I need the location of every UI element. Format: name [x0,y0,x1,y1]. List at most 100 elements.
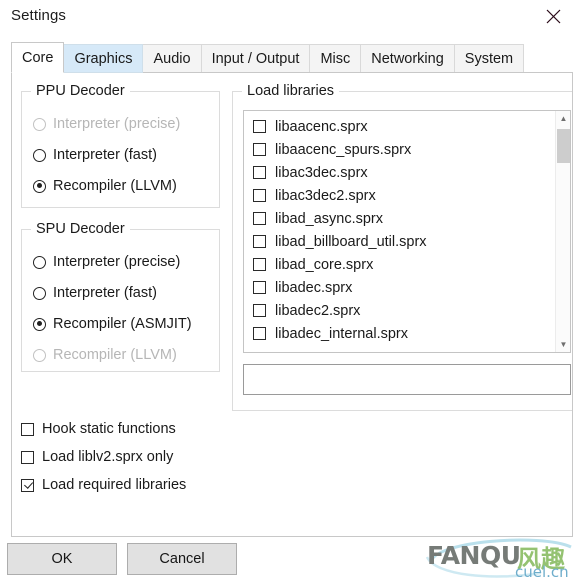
list-item-label: libad_core.sprx [275,256,374,273]
checkbox-icon [253,143,266,156]
list-item[interactable]: libad_async.sprx [244,207,556,230]
list-item-label: libad_billboard_util.sprx [275,233,427,250]
checkbox-label: Load required libraries [42,477,187,493]
library-filter-field[interactable] [243,364,571,395]
radio-label: Interpreter (precise) [53,116,181,132]
checkbox-icon [253,120,266,133]
radio-label: Interpreter (fast) [53,147,157,163]
close-button[interactable] [530,0,576,32]
checkbox-label: Load liblv2.sprx only [42,449,174,465]
ppu-radio-interpreter-fast[interactable]: Interpreter (fast) [33,145,157,165]
spu-radio-recompiler-asmjit[interactable]: Recompiler (ASMJIT) [33,314,192,334]
ok-button[interactable]: OK [7,543,117,575]
chevron-down-icon[interactable]: ▼ [556,337,570,352]
title-bar: Settings [0,0,584,33]
list-item-label: libac3dec.sprx [275,164,368,181]
radio-icon [33,117,46,131]
window-title: Settings [11,7,66,24]
spu-decoder-title: SPU Decoder [31,221,130,237]
tab-label: Networking [371,50,444,67]
list-item-label: libadec.sprx [275,279,353,296]
radio-label: Recompiler (LLVM) [53,178,177,194]
list-item-label: libadec2.sprx [275,302,361,319]
list-item[interactable]: libad_billboard_util.sprx [244,230,556,253]
checkbox-icon [253,235,266,248]
library-list[interactable]: libaacenc.sprx libaacenc_spurs.sprx liba… [243,110,571,353]
checkbox-icon [21,478,34,492]
watermark-main-text: FANQU [427,541,521,570]
checkbox-icon [253,166,266,179]
list-item-label: libaacenc_spurs.sprx [275,141,412,158]
checkbox-icon [21,450,34,464]
radio-label: Interpreter (precise) [53,254,181,270]
radio-icon [33,317,46,331]
tab-system[interactable]: System [453,44,525,73]
list-item[interactable]: libaacenc_spurs.sprx [244,138,556,161]
settings-dialog: Settings Core Graphics Audio Input / Out [0,0,584,583]
watermark-sub-text: cuel.cn [515,563,569,581]
checkbox-icon [253,189,266,202]
radio-icon [33,255,46,269]
radio-label: Recompiler (LLVM) [53,347,177,363]
tab-graphics[interactable]: Graphics [63,44,144,73]
chevron-up-icon[interactable]: ▲ [556,111,570,126]
list-item[interactable]: libadec_internal.sprx [244,322,556,345]
list-item[interactable]: libadec2.sprx [244,299,556,322]
core-tab-panel: PPU Decoder Interpreter (precise) Interp… [11,72,573,537]
spu-radio-interpreter-precise[interactable]: Interpreter (precise) [33,252,180,272]
checkbox-label: Hook static functions [42,421,176,437]
spu-decoder-group: SPU Decoder Interpreter (precise) Interp… [21,221,220,372]
radio-label: Recompiler (ASMJIT) [53,316,192,332]
checkbox-icon [253,304,266,317]
tab-misc[interactable]: Misc [309,44,362,73]
list-item[interactable]: libac3dec.sprx [244,161,556,184]
ppu-radio-recompiler-llvm[interactable]: Recompiler (LLVM) [33,176,177,196]
list-item[interactable]: libadec.sprx [244,276,556,299]
cancel-button-label: Cancel [159,551,205,567]
ppu-decoder-group: PPU Decoder Interpreter (precise) Interp… [21,83,220,208]
load-libraries-title: Load libraries [242,83,340,99]
tab-label: Misc [320,50,351,67]
checkbox-icon [21,422,34,436]
list-item[interactable]: libaacenc.sprx [244,115,556,138]
tab-input-output[interactable]: Input / Output [200,44,311,73]
tab-label: Input / Output [211,50,300,67]
tab-core[interactable]: Core [11,42,65,73]
load-libraries-group: Load libraries libaacenc.sprx libaacenc_… [232,83,572,411]
tab-label: Graphics [74,50,133,67]
core-options: Hook static functions Load liblv2.sprx o… [21,415,186,499]
tab-networking[interactable]: Networking [360,44,455,73]
library-filter-input[interactable] [244,365,570,394]
checkbox-load-required-libraries[interactable]: Load required libraries [21,471,186,499]
watermark-cn-text: 风趣 [517,545,565,573]
tab-strip: Core Graphics Audio Input / Output Misc … [0,33,584,73]
radio-icon [33,148,46,162]
tab-audio[interactable]: Audio [142,44,202,73]
ppu-radio-interpreter-precise[interactable]: Interpreter (precise) [33,114,180,134]
list-item[interactable]: libad_core.sprx [244,253,556,276]
ok-button-label: OK [51,551,73,567]
radio-icon [33,286,46,300]
checkbox-icon [253,258,266,271]
tab-label: System [464,50,514,67]
list-item-label: libaacenc.sprx [275,118,368,135]
tab-label: Core [22,49,54,66]
watermark: FANQU 风趣 cuel.cn [421,533,584,583]
radio-icon [33,179,46,193]
checkbox-hook-static-functions[interactable]: Hook static functions [21,415,186,443]
list-item[interactable]: libac3dec2.sprx [244,184,556,207]
spu-radio-interpreter-fast[interactable]: Interpreter (fast) [33,283,157,303]
checkbox-icon [253,212,266,225]
tab-label: Audio [153,50,191,67]
cancel-button[interactable]: Cancel [127,543,237,575]
checkbox-load-liblv2-only[interactable]: Load liblv2.sprx only [21,443,186,471]
ppu-decoder-title: PPU Decoder [31,83,130,99]
spu-radio-recompiler-llvm[interactable]: Recompiler (LLVM) [33,345,177,365]
list-item-label: libadec_internal.sprx [275,325,408,342]
library-list-scrollbar[interactable]: ▲ ▼ [555,111,570,352]
list-item-label: libac3dec2.sprx [275,187,376,204]
scrollbar-thumb[interactable] [557,129,570,163]
radio-label: Interpreter (fast) [53,285,157,301]
radio-icon [33,348,46,362]
checkbox-icon [253,281,266,294]
